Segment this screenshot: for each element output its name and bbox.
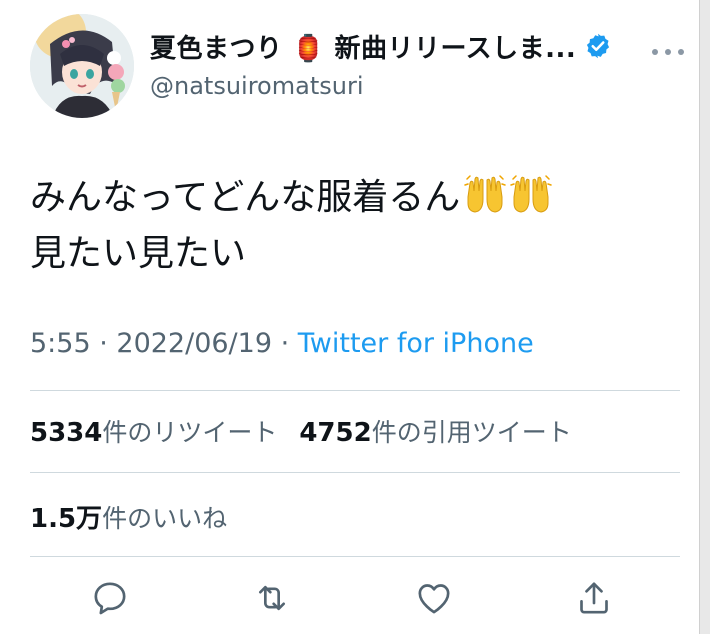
retweet-count-link[interactable]: 5334件のリツイート	[30, 413, 277, 449]
tweet-source-link[interactable]: Twitter for iPhone	[298, 328, 534, 359]
author-name-row[interactable]: 夏色まつり 🏮 新曲リリースしま...	[150, 26, 612, 66]
retweet-label: 件のリツイート	[102, 418, 278, 447]
tweet-header: 夏色まつり 🏮 新曲リリースしま... @natsuiromatsuri	[30, 14, 690, 118]
tweet-text-line-1: みんなってどんな服着るん	[30, 170, 552, 226]
tweet-date[interactable]: 2022/06/19	[116, 328, 272, 359]
divider	[30, 556, 680, 557]
avatar-image	[30, 14, 134, 118]
window-edge	[699, 0, 710, 634]
divider	[30, 472, 680, 473]
tweet-text-line-2: 見たい見たい	[30, 233, 247, 274]
tweet-time[interactable]: 5:55	[30, 328, 91, 359]
like-icon[interactable]	[414, 578, 454, 618]
meta-separator: ·	[272, 328, 298, 359]
author-handle[interactable]: @natsuiromatsuri	[150, 72, 363, 100]
reply-icon[interactable]	[90, 578, 130, 618]
like-label: 件のいいね	[102, 504, 228, 533]
tweet-meta: 5:55 · 2022/06/19 · Twitter for iPhone	[30, 328, 534, 359]
quote-count: 4752	[299, 418, 372, 448]
like-stats: 1.5万件のいいね	[30, 498, 241, 535]
quote-count-link[interactable]: 4752件の引用ツイート	[299, 413, 571, 449]
author-display-name[interactable]: 夏色まつり 🏮 新曲リリースしま...	[150, 28, 576, 65]
more-options-icon[interactable]	[650, 42, 686, 55]
meta-separator: ·	[90, 328, 117, 359]
like-count-link[interactable]: 1.5万件のいいね	[30, 498, 227, 535]
retweet-quote-stats: 5334件のリツイート 4752件の引用ツイート	[30, 413, 586, 449]
verified-badge-icon	[584, 32, 612, 60]
tweet-text-line-1-text: みんなってどんな服着るん	[30, 177, 461, 218]
raising-hands-icon	[464, 175, 506, 215]
retweet-count: 5334	[30, 418, 103, 448]
tweet-text: みんなってどんな服着るん 見たい見たい	[30, 170, 552, 282]
tweet-actions-bar	[30, 572, 670, 622]
avatar[interactable]	[30, 14, 134, 118]
retweet-icon[interactable]	[252, 578, 292, 618]
share-icon[interactable]	[574, 578, 614, 618]
quote-label: 件の引用ツイート	[371, 418, 572, 447]
divider	[30, 390, 680, 391]
raising-hands-icon	[510, 175, 552, 215]
like-count: 1.5万	[30, 504, 103, 534]
